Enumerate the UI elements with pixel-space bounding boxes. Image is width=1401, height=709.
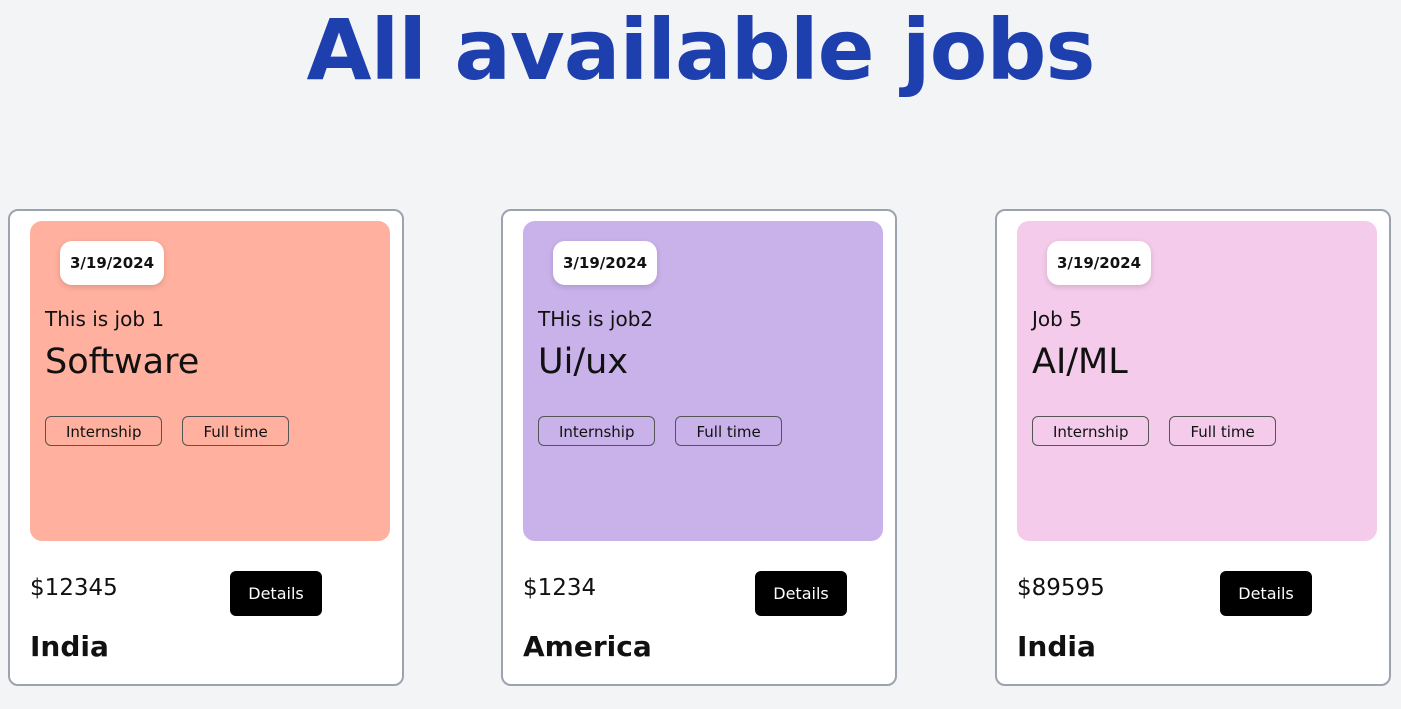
date-badge: 3/19/2024 — [553, 241, 658, 285]
tag-full-time[interactable]: Full time — [675, 416, 782, 446]
date-badge: 3/19/2024 — [1047, 241, 1152, 285]
job-card-panel: 3/19/2024 This is job 1 Software Interns… — [30, 221, 390, 541]
job-title: Ui/ux — [538, 342, 629, 382]
job-subtitle: THis is job2 — [538, 307, 654, 331]
tag-internship[interactable]: Internship — [538, 416, 656, 446]
job-salary: $1234 — [523, 575, 597, 601]
job-tags: Internship Full time — [1032, 416, 1276, 446]
details-button[interactable]: Details — [230, 571, 322, 616]
details-button[interactable]: Details — [755, 571, 847, 616]
job-title: AI/ML — [1032, 342, 1128, 382]
job-location: India — [30, 630, 109, 663]
details-button[interactable]: Details — [1220, 571, 1312, 616]
job-card-panel: 3/19/2024 Job 5 AI/ML Internship Full ti… — [1017, 221, 1377, 541]
job-card-panel: 3/19/2024 THis is job2 Ui/ux Internship … — [523, 221, 883, 541]
job-card: 3/19/2024 THis is job2 Ui/ux Internship … — [501, 209, 897, 686]
job-salary: $12345 — [30, 575, 118, 601]
job-card-list: 3/19/2024 This is job 1 Software Interns… — [0, 209, 1401, 689]
job-subtitle: Job 5 — [1032, 307, 1082, 331]
job-card: 3/19/2024 This is job 1 Software Interns… — [8, 209, 404, 686]
job-location: India — [1017, 630, 1096, 663]
job-location: America — [523, 630, 652, 663]
tag-full-time[interactable]: Full time — [1169, 416, 1276, 446]
date-badge: 3/19/2024 — [60, 241, 165, 285]
tag-internship[interactable]: Internship — [45, 416, 163, 446]
job-tags: Internship Full time — [45, 416, 289, 446]
job-title: Software — [45, 342, 200, 382]
job-tags: Internship Full time — [538, 416, 782, 446]
job-salary: $89595 — [1017, 575, 1105, 601]
job-card: 3/19/2024 Job 5 AI/ML Internship Full ti… — [995, 209, 1391, 686]
tag-full-time[interactable]: Full time — [182, 416, 289, 446]
page-title: All available jobs — [306, 1, 1096, 99]
tag-internship[interactable]: Internship — [1032, 416, 1150, 446]
job-subtitle: This is job 1 — [45, 307, 165, 331]
